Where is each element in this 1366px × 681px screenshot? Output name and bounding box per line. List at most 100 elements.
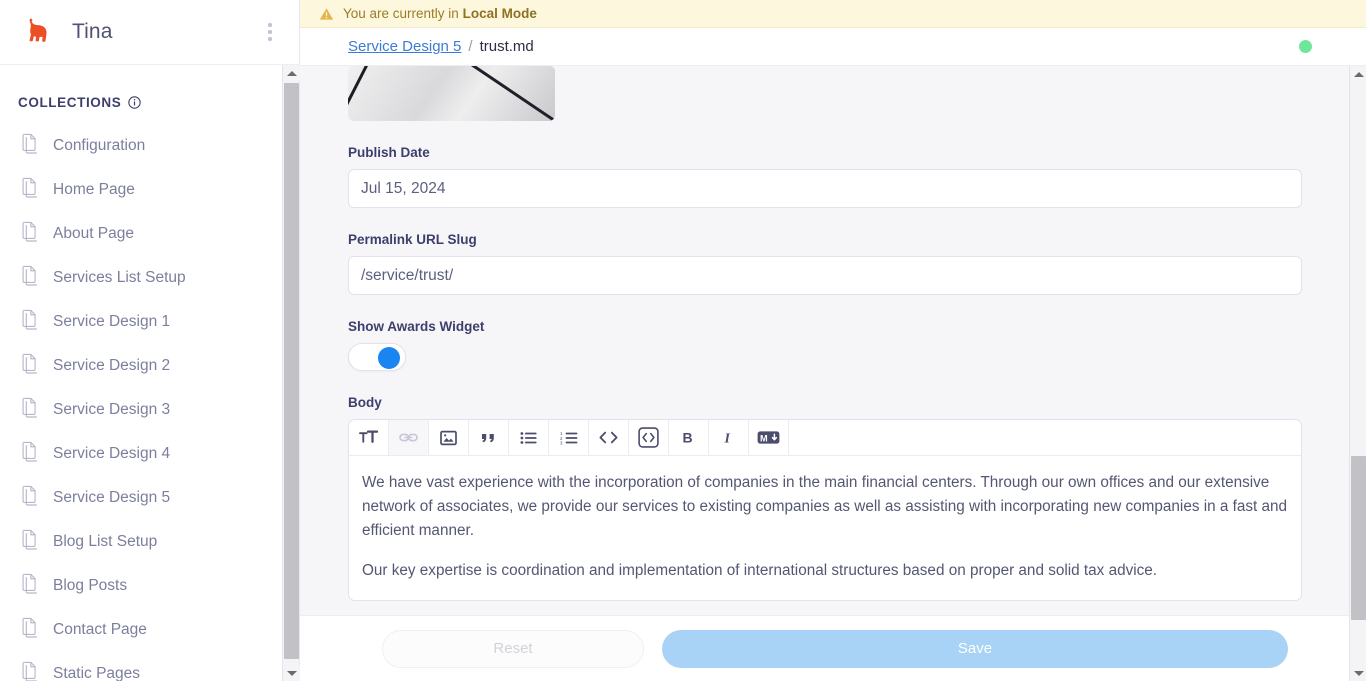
publish-date-label: Publish Date [348,145,430,160]
body-paragraph: Our key expertise is coordination and im… [362,562,1158,579]
sidebar-item-service-design-2[interactable]: Service Design 2 [0,344,282,388]
form-scroll-area: Publish Date Jul 15, 2024 Permalink URL … [300,66,1366,615]
image-icon[interactable] [429,420,469,455]
info-circle-icon[interactable] [128,96,142,109]
sidebar-item-service-design-5[interactable]: Service Design 5 [0,476,282,520]
document-icon [21,441,40,467]
tina-cms-app: Tina COLLECTIONS Configuration Home Page A… [0,0,1366,681]
breadcrumb: Service Design 5 / trust.md [300,28,1366,66]
sidebar-scroll-down-icon[interactable] [283,665,300,681]
show-awards-widget-toggle[interactable] [348,343,406,371]
sidebar-item-blog-posts[interactable]: Blog Posts [0,564,282,608]
sidebar-item-blog-list-setup[interactable]: Blog List Setup [0,520,282,564]
breadcrumb-separator: / [468,38,473,55]
document-icon [21,397,40,423]
show-awards-widget-label: Show Awards Widget [348,319,485,334]
sidebar-item-label: Blog Posts [53,577,128,594]
local-mode-banner: You are currently in Local Mode [300,0,1366,28]
sidebar-item-label: Home Page [53,181,135,198]
collections-nav-list: Configuration Home Page About Page Services… [0,124,282,681]
save-button[interactable]: Save [662,629,1288,668]
sidebar: Tina COLLECTIONS Configuration Home Page A… [0,0,300,681]
sidebar-item-service-design-1[interactable]: Service Design 1 [0,300,282,344]
inline-code-icon[interactable] [589,420,629,455]
document-icon [21,221,40,247]
collections-section-header: COLLECTIONS [0,65,282,124]
sidebar-item-label: Contact Page [53,621,147,638]
sidebar-item-label: Blog List Setup [53,533,158,550]
sidebar-item-label: Service Design 3 [53,401,171,418]
sidebar-item-contact-page[interactable]: Contact Page [0,608,282,652]
document-icon [21,485,40,511]
document-icon [21,309,40,335]
banner-text: You are currently in Local Mode [343,6,537,21]
sidebar-scrollbar[interactable] [282,65,300,681]
main-scroll-up-icon[interactable] [1350,66,1366,82]
permalink-slug-input[interactable]: /service/trust/ [348,256,1302,295]
sidebar-item-service-design-4[interactable]: Service Design 4 [0,432,282,476]
sidebar-item-label: Configuration [53,137,146,154]
heading-icon[interactable] [349,420,389,455]
body-paragraph: We have vast experience with the incorpo… [362,474,1288,539]
svg-text:M: M [760,433,768,443]
sidebar-item-about-page[interactable]: About Page [0,212,282,256]
document-icon [21,529,40,555]
link-icon [389,420,429,455]
sidebar-item-static-pages[interactable]: Static Pages [0,652,282,681]
svg-text:3: 3 [560,440,563,445]
document-icon [21,353,40,379]
svg-text:B: B [683,430,693,445]
breadcrumb-current: trust.md [479,38,534,55]
editor-content[interactable]: We have vast experience with the incorpo… [349,456,1301,600]
bullet-list-icon[interactable] [509,420,549,455]
sidebar-item-label: Service Design 5 [53,489,171,506]
breadcrumb-parent-link[interactable]: Service Design 5 [348,38,461,55]
reset-button[interactable]: Reset [382,629,644,668]
svg-text:I: I [723,431,730,445]
document-icon [21,177,40,203]
main-scroll-down-icon[interactable] [1350,665,1366,681]
quote-icon[interactable] [469,420,509,455]
markdown-icon[interactable]: M [749,420,789,455]
toggle-knob [378,347,400,369]
body-editor: 123 B I M We have vast experience with the … [348,419,1302,601]
brand-title: Tina [72,20,113,43]
collections-title: COLLECTIONS [18,95,122,110]
sidebar-item-label: Service Design 2 [53,357,171,374]
editor-toolbar: 123 B I M [349,420,1301,456]
sidebar-item-label: Static Pages [53,665,141,681]
main-panel: You are currently in Local Mode Service … [300,0,1366,681]
main-scrollbar[interactable] [1349,66,1366,681]
warning-triangle-icon [319,7,334,20]
permalink-slug-label: Permalink URL Slug [348,232,477,247]
sidebar-scrollbar-thumb[interactable] [284,83,299,659]
numbered-list-icon[interactable]: 123 [549,420,589,455]
sidebar-item-home-page[interactable]: Home Page [0,168,282,212]
kebab-menu-icon[interactable] [257,17,283,47]
sidebar-item-service-design-3[interactable]: Service Design 3 [0,388,282,432]
body-label: Body [348,395,382,410]
italic-icon[interactable]: I [709,420,749,455]
sidebar-item-configuration[interactable]: Configuration [0,124,282,168]
hero-image-preview[interactable] [348,66,555,121]
bold-icon[interactable]: B [669,420,709,455]
publish-date-input[interactable]: Jul 15, 2024 [348,169,1302,208]
sidebar-scroll-up-icon[interactable] [283,65,300,81]
document-icon [21,573,40,599]
sidebar-item-services-list-setup[interactable]: Services List Setup [0,256,282,300]
sidebar-header: Tina [0,0,299,65]
document-icon [21,617,40,643]
sidebar-scroll-area: COLLECTIONS Configuration Home Page About … [0,65,299,681]
document-icon [21,265,40,291]
document-icon [21,661,40,681]
sidebar-item-label: Service Design 4 [53,445,171,462]
sidebar-item-label: Services List Setup [53,269,186,286]
banner-mode: Local Mode [462,6,537,21]
connection-status-dot[interactable] [1299,40,1312,53]
code-block-icon[interactable] [629,420,669,455]
llama-logo-icon [29,18,47,42]
form-footer: Reset Save [300,615,1366,681]
document-icon [21,133,40,159]
sidebar-item-label: About Page [53,225,135,242]
main-scrollbar-thumb[interactable] [1351,456,1366,620]
